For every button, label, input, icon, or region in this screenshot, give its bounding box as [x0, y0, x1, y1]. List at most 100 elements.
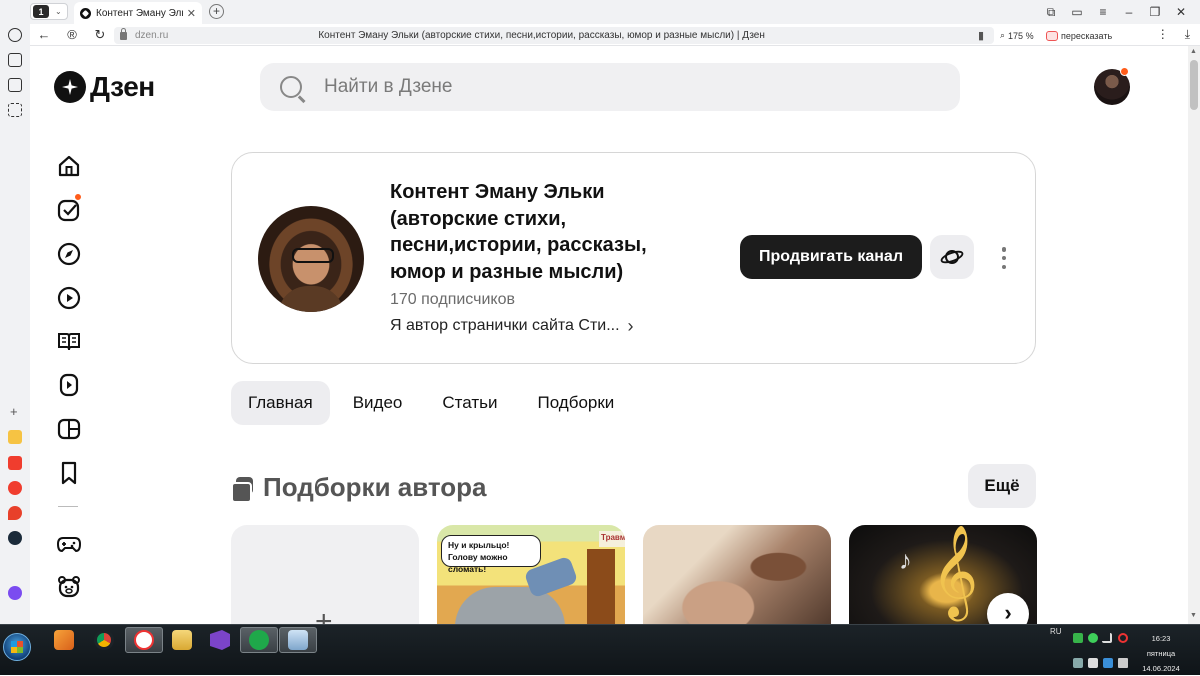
scroll-thumb[interactable] — [1190, 60, 1198, 110]
tab-collections[interactable]: Подборки — [520, 381, 631, 425]
taskbar-chrome[interactable] — [85, 627, 123, 653]
camera-icon[interactable] — [8, 78, 22, 92]
page-scrollbar[interactable]: ▲ ▼ — [1188, 46, 1200, 624]
bookmark-icon[interactable] — [56, 460, 82, 486]
more-collections-button[interactable]: Ещё — [968, 464, 1036, 508]
gamepad-icon[interactable] — [56, 531, 82, 557]
zoom-icon: ⌕ — [1000, 30, 1006, 40]
comic-sign: Травм — [599, 531, 625, 547]
whatsapp-icon[interactable] — [1088, 633, 1098, 643]
tab-video[interactable]: Видео — [336, 381, 420, 425]
download-icon[interactable]: ⤓ — [1185, 27, 1190, 42]
tab-number-icon[interactable] — [8, 53, 22, 67]
browser-tab-active[interactable]: Контент Эману Эльки ✕ — [74, 2, 202, 24]
dots-app-icon[interactable] — [8, 531, 22, 545]
dzen-logo[interactable]: Дзен — [54, 71, 155, 103]
folder-icon — [172, 630, 192, 650]
bookmark-panel-icon[interactable]: ▭ — [1064, 2, 1090, 22]
play-icon[interactable] — [8, 28, 22, 42]
monitor-icon[interactable] — [1103, 658, 1113, 668]
book-icon[interactable] — [56, 328, 82, 354]
dot — [1001, 247, 1007, 252]
close-window-icon[interactable]: ✕ — [1168, 2, 1194, 22]
comic-speech-bubble: Ну и крыльцо! Голову можно сломать! — [441, 535, 541, 574]
protect-icon[interactable]: ® — [64, 27, 80, 42]
retell-label: пересказать — [1061, 30, 1113, 41]
scroll-up-icon[interactable]: ▲ — [1190, 48, 1197, 55]
bookmark-icon[interactable]: ▮ — [978, 29, 984, 42]
opera-icon[interactable] — [1118, 633, 1128, 643]
logo-text: Дзен — [90, 71, 155, 102]
volume-icon[interactable] — [1118, 658, 1128, 668]
new-tab-button[interactable]: + — [209, 4, 224, 19]
promote-channel-button[interactable]: Продвигать канал — [740, 235, 922, 279]
add-collection-card[interactable]: + — [231, 525, 419, 624]
shorts-icon[interactable] — [56, 372, 82, 398]
url-domain: dzen.ru — [135, 30, 169, 41]
language-indicator[interactable]: RU — [1050, 627, 1062, 636]
channel-description[interactable]: Я автор странички сайта Сти... › — [390, 317, 634, 335]
maps-pin-icon[interactable] — [8, 506, 22, 520]
collection-card-couple[interactable] — [643, 525, 831, 624]
minimize-icon[interactable]: – — [1116, 2, 1142, 22]
taskbar-media-player[interactable] — [45, 627, 83, 653]
menu-icon[interactable]: ≡ — [1090, 2, 1116, 22]
flag-icon[interactable] — [1088, 658, 1098, 668]
tabs-panel-icon[interactable]: ⧉ — [1038, 2, 1064, 22]
home-icon[interactable] — [56, 153, 82, 179]
taskbar-mail[interactable] — [240, 627, 278, 653]
collection-card-comic[interactable]: Травм Ну и крыльцо! Голову можно сломать… — [437, 525, 625, 624]
tasks-icon[interactable] — [56, 193, 82, 223]
taskbar-explorer[interactable] — [163, 627, 201, 653]
nav-divider — [58, 506, 78, 507]
window-controls: ⧉ ▭ ≡ – ❐ ✕ — [1038, 2, 1194, 22]
more-options-button[interactable] — [996, 243, 1012, 273]
chevron-right-icon: › — [627, 316, 634, 336]
collections-title: Подборки автора — [263, 472, 487, 502]
yandex-browser-icon[interactable] — [8, 481, 22, 495]
search-input[interactable]: Найти в Дзене — [260, 63, 960, 111]
close-tab-icon[interactable]: ✕ — [187, 7, 196, 20]
add-panel-icon[interactable]: + — [10, 404, 18, 419]
compass-icon[interactable] — [56, 241, 82, 267]
notification-dot — [1120, 67, 1129, 76]
tab-home[interactable]: Главная — [231, 381, 330, 425]
chrome-icon — [94, 630, 114, 650]
comic-door — [587, 549, 615, 624]
reload-icon[interactable]: ↻ — [92, 27, 108, 43]
planet-button[interactable] — [930, 235, 974, 279]
frame-icon[interactable] — [56, 416, 82, 442]
zoom-level: 175 % — [1008, 30, 1034, 41]
channel-title: Контент Эману Эльки (авторские стихи, пе… — [390, 181, 647, 283]
search-icon — [280, 76, 302, 98]
tab-counter-button[interactable]: 1 ⌄ — [30, 3, 68, 20]
scroll-down-icon[interactable]: ▼ — [1190, 612, 1197, 619]
clock-date: 14.06.2024 — [1142, 664, 1180, 673]
alice-icon[interactable] — [8, 586, 22, 600]
yandex-icon[interactable] — [8, 456, 22, 470]
back-arrow-icon[interactable]: ← — [36, 27, 52, 42]
taskbar-paint[interactable] — [279, 627, 317, 653]
start-button[interactable] — [3, 633, 31, 661]
zoom-indicator[interactable]: ⌕ 175 % — [1000, 27, 1034, 44]
taskbar-visual-studio[interactable] — [201, 627, 239, 653]
tab-articles[interactable]: Статьи — [425, 381, 514, 425]
taskbar-yandex-browser[interactable] — [125, 627, 163, 653]
video-icon[interactable] — [56, 285, 82, 311]
channel-avatar[interactable] — [258, 206, 364, 312]
channel-description-text: Я автор странички сайта Сти... — [390, 317, 620, 334]
url-field[interactable]: dzen.ru Контент Эману Эльки (авторские с… — [114, 27, 994, 44]
visual-studio-icon — [210, 630, 230, 650]
tray-icon-green[interactable] — [1073, 633, 1083, 643]
chevron-down-icon: ⌄ — [55, 7, 62, 16]
retell-button[interactable]: пересказать — [1046, 27, 1112, 44]
more-vert-icon[interactable]: ⋮ — [1157, 27, 1169, 42]
signal-icon[interactable] — [1102, 633, 1112, 643]
bear-icon[interactable] — [56, 574, 82, 600]
apps-grid-icon[interactable] — [8, 103, 22, 117]
crown-icon[interactable] — [8, 430, 22, 444]
network-icon[interactable] — [1073, 658, 1083, 668]
system-clock[interactable]: 16:23 пятница 14.06.2024 — [1136, 631, 1186, 676]
restore-icon[interactable]: ❐ — [1142, 2, 1168, 22]
collections-icon — [231, 476, 253, 503]
